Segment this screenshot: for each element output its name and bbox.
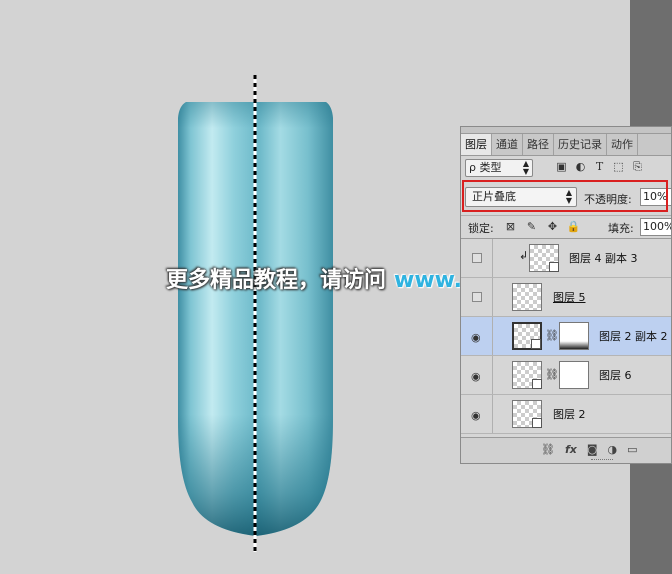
smart-object-icon	[549, 262, 559, 272]
panel-title-bar[interactable]	[461, 127, 671, 134]
visibility-toggle[interactable]	[461, 278, 493, 316]
visibility-toggle[interactable]: ◉	[461, 395, 493, 433]
layer-thumbnail	[512, 283, 542, 311]
layer-name[interactable]: 图层 4 副本 3	[569, 250, 638, 266]
chain-link-icon[interactable]: ⛓	[545, 368, 559, 381]
panel-tabs: 图层 通道 路径 历史记录 动作	[461, 134, 671, 156]
bottom-icons: ⛓ fx ◙ ◑ ▭	[541, 443, 638, 457]
visibility-toggle[interactable]: ◉	[461, 356, 493, 394]
tab-history[interactable]: 历史记录	[554, 134, 607, 155]
new-adjustment-icon[interactable]: ◑	[608, 443, 618, 457]
layer-row[interactable]: ◉ ⛓ 图层 6	[461, 356, 671, 395]
updown-arrows-icon: ▲ ▼	[522, 159, 529, 176]
visibility-toggle[interactable]: ◉	[461, 317, 493, 355]
layer-thumbnail	[512, 322, 542, 350]
layer-filter-select[interactable]: ρ 类型 ▲ ▼	[465, 159, 533, 177]
add-mask-icon[interactable]: ◙	[587, 443, 598, 457]
link-layers-icon[interactable]: ⛓	[541, 443, 555, 457]
tab-actions[interactable]: 动作	[607, 134, 638, 155]
layer-name[interactable]: 图层 6	[599, 367, 632, 383]
tab-channels[interactable]: 通道	[492, 134, 523, 155]
resize-grip-icon[interactable]	[591, 459, 613, 463]
new-group-folder-icon[interactable]: ▭	[627, 443, 637, 457]
layer-name[interactable]: 图层 2	[553, 406, 586, 422]
lock-all-icon[interactable]: 🔒	[567, 220, 581, 233]
watermark-text: 更多精品教程，请访问	[166, 268, 387, 293]
eye-icon[interactable]: ◉	[471, 370, 481, 383]
fx-icon[interactable]: fx	[565, 443, 577, 457]
layer-name[interactable]: 图层 2 副本 2	[599, 328, 668, 344]
layer-mask-thumbnail[interactable]	[559, 361, 589, 389]
adjustment-filter-icon[interactable]: ◐	[574, 160, 587, 173]
lock-pixels-brush-icon[interactable]: ✎	[525, 220, 538, 233]
eye-icon[interactable]: ◉	[471, 409, 481, 422]
smart-object-icon	[532, 379, 542, 389]
layer-row[interactable]: ↲ 图层 4 副本 3	[461, 239, 671, 278]
clipping-arrow-icon: ↲	[519, 249, 529, 262]
tab-paths[interactable]: 路径	[523, 134, 554, 155]
layers-panel: 图层 通道 路径 历史记录 动作 ρ 类型 ▲ ▼ ▣ ◐ T ⬚ ⎘ 正片叠底 …	[460, 126, 672, 464]
lock-position-move-icon[interactable]: ✥	[546, 220, 559, 233]
shape-filter-icon[interactable]: ⬚	[612, 160, 625, 173]
image-filter-icon[interactable]: ▣	[555, 160, 568, 173]
visibility-toggle[interactable]	[461, 239, 493, 277]
smart-object-icon	[531, 339, 541, 349]
smart-object-icon	[532, 418, 542, 428]
lock-icons: ⊠ ✎ ✥ 🔒	[504, 220, 580, 233]
layer-row[interactable]: 图层 5	[461, 278, 671, 317]
eye-icon[interactable]: ◉	[471, 331, 481, 344]
layers-list: ↲ 图层 4 副本 3 图层 5 ◉ ⛓ 图层 2 副本 2 ◉ ⛓ 图层 6 …	[461, 238, 671, 437]
filter-row: ρ 类型 ▲ ▼ ▣ ◐ T ⬚ ⎘	[461, 157, 671, 179]
smart-object-filter-icon[interactable]: ⎘	[631, 160, 644, 173]
layer-mask-thumbnail[interactable]	[559, 322, 589, 350]
layer-name[interactable]: 图层 5	[553, 289, 586, 305]
layer-thumbnail	[512, 361, 542, 389]
hidden-visibility-box[interactable]	[472, 292, 482, 302]
fill-label: 填充:	[608, 222, 634, 235]
panel-bottom-toolbar: ⛓ fx ◙ ◑ ▭	[461, 437, 671, 463]
layer-row-selected[interactable]: ◉ ⛓ 图层 2 副本 2	[461, 317, 671, 356]
layer-thumbnail	[529, 244, 559, 272]
layer-thumbnail	[512, 400, 542, 428]
hidden-visibility-box[interactable]	[472, 253, 482, 263]
tab-layers[interactable]: 图层	[461, 134, 492, 155]
chain-link-icon[interactable]: ⛓	[545, 329, 559, 342]
layer-row[interactable]: ◉ 图层 2	[461, 395, 671, 434]
fill-input[interactable]: 100%	[640, 218, 671, 236]
filter-select-label: ρ 类型	[469, 161, 502, 174]
text-filter-icon[interactable]: T	[593, 160, 606, 173]
lock-label: 锁定:	[468, 222, 494, 235]
lock-row: 锁定: ⊠ ✎ ✥ 🔒 填充: 100%	[461, 215, 671, 238]
filter-icons: ▣ ◐ T ⬚ ⎘	[555, 160, 644, 174]
lock-transparency-icon[interactable]: ⊠	[504, 220, 517, 233]
highlight-box	[462, 180, 668, 212]
